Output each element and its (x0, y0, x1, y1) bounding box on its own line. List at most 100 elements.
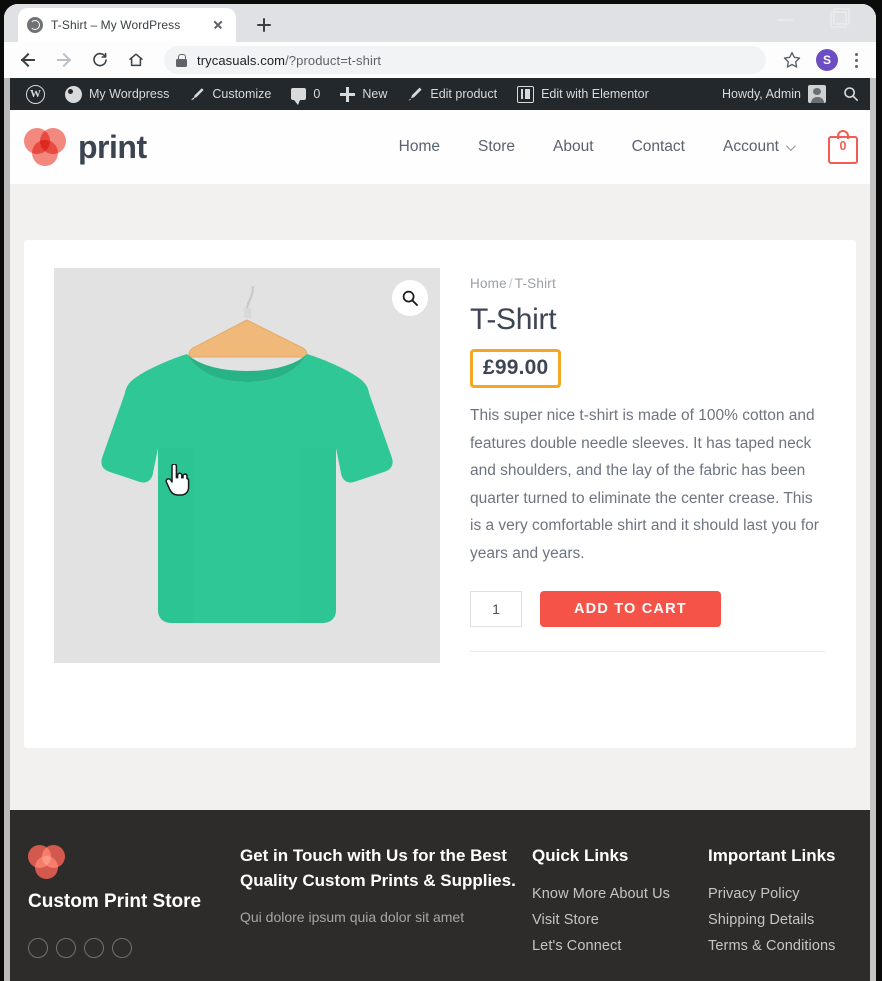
footer-link[interactable]: Shipping Details (708, 907, 868, 933)
footer-social-links (28, 937, 224, 958)
quantity-input[interactable] (470, 591, 522, 628)
cart-count-badge: 0 (839, 139, 847, 153)
nav-label: Home (398, 138, 440, 155)
footer-link-list: Know More About Us Visit Store Let's Con… (532, 881, 692, 959)
wp-howdy[interactable]: Howdy, Admin (712, 78, 836, 110)
footer-column-heading: Important Links (708, 846, 836, 865)
nav-item-home[interactable]: Home (380, 138, 459, 156)
browser-menu-icon[interactable] (846, 52, 866, 68)
avatar (808, 85, 826, 103)
window-left-edge (4, 78, 10, 981)
facebook-icon[interactable] (28, 937, 48, 958)
browser-tab-title: T-Shirt – My WordPress (51, 18, 181, 32)
desktop-root: T-Shirt – My WordPress trycasuals.com/?p… (0, 0, 882, 981)
nav-label: About (553, 138, 594, 155)
minimize-window-button[interactable] (774, 8, 796, 30)
plus-icon (340, 86, 356, 102)
footer-logo-icon (28, 844, 68, 880)
footer-link[interactable]: Let's Connect (532, 933, 692, 959)
product-image[interactable] (54, 268, 440, 663)
tshirt-illustration (54, 268, 440, 663)
wordpress-admin-bar: My Wordpress Customize 0 New (4, 78, 876, 110)
product-details: Home / T-Shirt T-Shirt £99.00 This super n… (470, 268, 826, 714)
wp-customize-label: Customize (212, 87, 272, 101)
product-price: £99.00 (483, 356, 549, 379)
price-highlight-box: £99.00 (470, 349, 562, 388)
wp-howdy-label: Howdy, Admin (722, 87, 801, 101)
reload-icon[interactable] (86, 46, 114, 74)
wp-customize[interactable]: Customize (179, 78, 281, 110)
add-to-cart-button[interactable]: ADD TO CART (540, 591, 721, 628)
forward-icon[interactable] (50, 46, 78, 74)
breadcrumb: Home / T-Shirt (470, 276, 826, 291)
divider (470, 651, 825, 653)
site-logo-text: print (78, 128, 147, 165)
bookmark-star-icon[interactable] (780, 48, 804, 72)
footer-link[interactable]: Terms & Conditions (708, 933, 868, 959)
back-icon[interactable] (14, 46, 42, 74)
wp-site-name[interactable]: My Wordpress (55, 78, 179, 110)
brush-icon (189, 86, 205, 102)
new-tab-button[interactable] (250, 11, 278, 39)
page-viewport: My Wordpress Customize 0 New (4, 78, 876, 981)
footer-column-heading: Quick Links (532, 846, 629, 865)
cart-button[interactable]: 0 (828, 130, 858, 164)
site-header: print Home Store About Contact Account 0 (4, 110, 876, 184)
nav-item-account[interactable]: Account (704, 138, 812, 156)
address-bar[interactable]: trycasuals.com/?product=t-shirt (164, 46, 766, 74)
footer-contact-text: Qui dolore ipsum quia dolor sit amet (240, 909, 465, 926)
breadcrumb-home[interactable]: Home (470, 276, 507, 291)
site-navigation: Home Store About Contact Account 0 (380, 130, 858, 164)
maximize-window-button[interactable] (826, 8, 850, 30)
twitter-icon[interactable] (56, 937, 76, 958)
wp-elementor-label: Edit with Elementor (541, 87, 649, 101)
wp-search-icon[interactable] (836, 78, 866, 110)
profile-avatar[interactable]: S (816, 49, 838, 71)
wordpress-icon (26, 84, 45, 104)
site-logo[interactable]: print (24, 127, 147, 167)
wp-comments-count: 0 (313, 87, 321, 101)
breadcrumb-separator: / (508, 276, 513, 291)
nav-label: Account (722, 138, 779, 155)
page-scrollbar[interactable] (870, 78, 876, 981)
instagram-icon[interactable] (84, 937, 104, 958)
nav-item-store[interactable]: Store (459, 138, 534, 156)
url-text: trycasuals.com/?product=t-shirt (197, 52, 382, 68)
footer-quick-links-column: Quick Links Know More About Us Visit Sto… (532, 844, 692, 981)
browser-window: T-Shirt – My WordPress trycasuals.com/?p… (4, 4, 876, 981)
close-icon[interactable] (209, 16, 227, 34)
magnifier-icon[interactable] (392, 280, 428, 316)
lock-icon (176, 53, 187, 67)
linkedin-icon[interactable] (112, 937, 132, 958)
breadcrumb-current: T-Shirt (514, 276, 556, 291)
wp-edit-product-label: Edit product (430, 87, 498, 101)
browser-tab[interactable]: T-Shirt – My WordPress (18, 8, 236, 42)
dashboard-icon (65, 85, 82, 103)
nav-label: Store (477, 138, 516, 155)
nav-item-about[interactable]: About (534, 138, 613, 156)
chevron-down-icon (785, 140, 796, 151)
footer-link[interactable]: Privacy Policy (708, 881, 868, 907)
footer-link[interactable]: Visit Store (532, 907, 692, 933)
footer-important-links-column: Important Links Privacy Policy Shipping … (708, 844, 868, 981)
home-icon[interactable] (122, 46, 150, 74)
footer-contact-heading: Get in Touch with Us for the Best Qualit… (240, 846, 516, 890)
wp-new[interactable]: New (330, 78, 397, 110)
wp-edit-with-elementor[interactable]: Edit with Elementor (507, 78, 659, 110)
page-content: Home / T-Shirt T-Shirt £99.00 This super n… (4, 240, 876, 981)
nav-label: Contact (631, 138, 685, 155)
mouse-cursor (164, 463, 190, 501)
footer-contact-column: Get in Touch with Us for the Best Qualit… (240, 844, 516, 981)
wp-comments[interactable]: 0 (281, 78, 330, 110)
footer-link-list: Privacy Policy Shipping Details Terms & … (708, 881, 868, 959)
nav-item-contact[interactable]: Contact (613, 138, 704, 156)
add-to-cart-form: ADD TO CART (470, 591, 826, 628)
footer-brand: Custom Print Store (28, 844, 224, 981)
footer-link[interactable]: Know More About Us (532, 881, 692, 907)
print-logo-icon (24, 127, 69, 167)
pencil-icon (407, 86, 423, 102)
globe-icon (27, 17, 43, 33)
comment-icon (291, 88, 307, 105)
wp-logo-menu[interactable] (16, 78, 55, 110)
wp-edit-product[interactable]: Edit product (397, 78, 507, 110)
